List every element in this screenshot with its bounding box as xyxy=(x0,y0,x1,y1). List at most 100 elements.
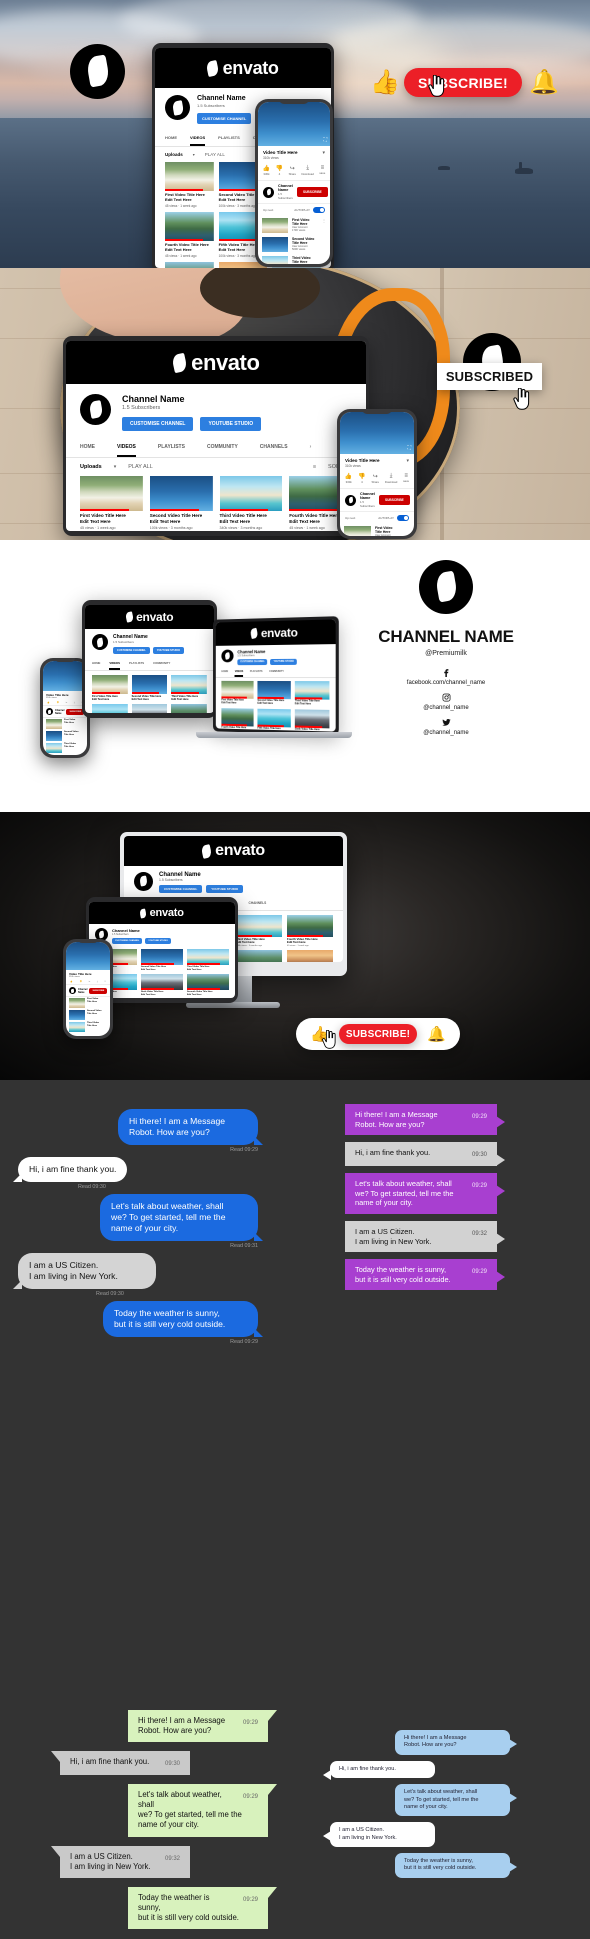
social-row-instagram[interactable] xyxy=(336,693,556,702)
chevron-down-icon[interactable]: ▾ xyxy=(406,458,409,464)
channel-avatar[interactable] xyxy=(80,394,111,425)
subscribe-button[interactable]: SUBSCRIBE xyxy=(296,187,328,197)
video-card[interactable]: Eight Video Title Here Edit Text Here100… xyxy=(287,949,333,962)
video-player[interactable]: ⛶ xyxy=(340,412,414,454)
tab-videos[interactable]: VIDEOS xyxy=(117,439,136,457)
customise-channel-button[interactable]: CUSTOMISE CHANNEL xyxy=(122,417,194,431)
save-action[interactable]: ≡ save xyxy=(319,165,325,176)
social-row-twitter[interactable] xyxy=(336,718,556,727)
tab-home[interactable]: HOME xyxy=(80,439,95,457)
video-card[interactable]: Third Video Title Here Edit Text Here340… xyxy=(219,476,283,530)
related-item[interactable]: Second Video Title Here xyxy=(69,1009,107,1021)
dislike-action[interactable]: 👎 4 xyxy=(358,473,365,484)
channel-avatar[interactable] xyxy=(46,708,53,715)
subscribe-button[interactable]: SUBSCRIBE xyxy=(89,987,108,994)
video-card[interactable]: Third Video Title Here Edit Text Here xyxy=(294,681,330,707)
share-icon[interactable]: ↪ xyxy=(66,702,68,704)
youtube-studio-button[interactable]: YOUTUBE STUDIO xyxy=(152,647,184,654)
uploads-dropdown[interactable]: Uploads xyxy=(165,152,183,157)
subscribe-badge[interactable]: SUBSCRIBE! xyxy=(338,1024,418,1044)
channel-avatar[interactable] xyxy=(345,494,356,506)
video-card[interactable]: Third Video Title Here Edit Text Here xyxy=(171,675,207,701)
customise-channel-button[interactable]: CUSTOMISE CHANNEL xyxy=(197,113,252,124)
download-action[interactable]: ⤓ Download xyxy=(301,165,313,176)
play-all-button[interactable]: PLAY ALL xyxy=(128,464,153,470)
channel-avatar[interactable] xyxy=(92,634,108,650)
dislike-action[interactable]: 👎 4 xyxy=(276,165,283,176)
thumbs-down-icon[interactable]: 👎 xyxy=(56,702,59,704)
customise-channel-button[interactable]: CUSTOMISE CHANNEL xyxy=(113,647,150,654)
video-card[interactable]: First Video Title Here Edit Text Here45 … xyxy=(80,476,143,530)
autoplay-toggle[interactable] xyxy=(397,515,409,521)
tab-home[interactable]: HOME xyxy=(165,131,177,146)
thumbs-down-icon[interactable]: 👎 xyxy=(79,981,82,983)
channel-avatar[interactable] xyxy=(263,186,274,198)
customise-channel-button[interactable]: CUSTOMISE CHANNEL xyxy=(159,885,203,893)
download-icon[interactable]: ⤓ xyxy=(97,981,98,983)
tab-videos[interactable]: VIDEOS xyxy=(109,658,120,670)
related-item[interactable]: Second Video Title Here xyxy=(46,730,84,742)
video-player[interactable] xyxy=(43,661,87,691)
customise-channel-button[interactable]: CUSTOMISE CHANNEL xyxy=(237,659,268,666)
video-card[interactable]: Fourth Video Title Here Edit Text Here 45… xyxy=(165,211,214,258)
video-card[interactable]: Sixth Video Title Here Edit Text Here xyxy=(294,709,330,732)
share-icon[interactable]: ↪ xyxy=(89,981,91,983)
video-card[interactable]: Third Video Title Here Edit Text Here xyxy=(187,949,229,971)
save-icon[interactable]: ≡ xyxy=(104,981,105,983)
channel-avatar[interactable] xyxy=(165,95,190,120)
video-card[interactable]: Second Video Title Here Edit Text Here xyxy=(141,949,183,971)
download-action[interactable]: ⤓ Download xyxy=(385,473,397,484)
video-card[interactable]: Seventh Video Title Here Edit Text Here xyxy=(171,704,207,713)
subscribed-badge[interactable]: SUBSCRIBED xyxy=(437,363,542,390)
video-card[interactable]: Seventh Video Title Here Edit Text Here4… xyxy=(236,949,282,962)
related-item[interactable]: First Video Title Here xyxy=(46,718,84,730)
tab-playlists[interactable]: PLAYLISTS xyxy=(250,668,262,677)
fullscreen-icon[interactable]: ⛶ xyxy=(323,137,327,143)
tab-home[interactable]: HOME xyxy=(92,658,100,670)
more-options-icon[interactable]: ⋮ xyxy=(322,218,326,233)
save-action[interactable]: ≡ save xyxy=(403,473,409,484)
bell-icon[interactable]: 🔔 xyxy=(529,68,559,97)
video-card[interactable]: Third Video Title Here Edit Text Here340… xyxy=(236,915,282,947)
fullscreen-icon[interactable]: ⛶ xyxy=(407,445,411,451)
video-card[interactable]: Second Video Title Here Edit Text Here xyxy=(131,675,168,701)
video-card[interactable]: Sixth Video Title Here Edit Text Here xyxy=(141,974,183,996)
tab-playlists[interactable]: PLAYLISTS xyxy=(158,439,185,457)
autoplay-toggle[interactable] xyxy=(313,207,325,213)
tab-playlists[interactable]: PLAYLISTS xyxy=(129,658,144,670)
related-item[interactable]: Third Video Title HereUser Account700K v… xyxy=(262,254,326,264)
tab-community[interactable]: COMMUNITY xyxy=(207,439,238,457)
tab-community[interactable]: COMMUNITY xyxy=(269,668,284,677)
bell-icon[interactable]: 🔔 xyxy=(427,1025,446,1043)
subscribe-button[interactable]: SUBSCRIBE xyxy=(378,495,410,505)
channel-avatar[interactable] xyxy=(134,872,153,891)
youtube-studio-button[interactable]: YOUTUBE STUDIO xyxy=(270,658,297,666)
video-card[interactable]: Fifth Video Title Here Edit Text Here xyxy=(257,708,291,732)
related-item[interactable]: First Video Title HereUser Account173K v… xyxy=(344,524,410,536)
related-item[interactable]: First Video Title HereUser Account173K v… xyxy=(262,216,326,235)
video-card[interactable]: Fourth Video Title Here Edit Text Here 45… xyxy=(287,915,333,947)
like-action[interactable]: 👍 330k xyxy=(263,165,270,176)
related-item[interactable]: Third Video Title Here xyxy=(69,1021,107,1033)
tab-channels[interactable]: CHANNELS xyxy=(260,439,288,457)
tab-playlists[interactable]: PLAYLISTS xyxy=(218,131,240,146)
video-card[interactable]: Fifth Video Title Here Edit Text Here xyxy=(92,704,128,713)
video-player[interactable]: ⛶ xyxy=(258,102,330,146)
related-item[interactable]: First Video Title Here xyxy=(69,997,107,1009)
tab-videos[interactable]: VIDEOS xyxy=(234,668,244,677)
play-all-button[interactable]: PLAY ALL xyxy=(205,152,225,157)
video-card[interactable]: First Video Title Here Edit Text Here45 … xyxy=(165,162,214,208)
video-card[interactable]: Sixth Video Title Here Edit Text Here xyxy=(131,704,168,713)
video-card[interactable]: Second Video Title Here Edit Text Here 10… xyxy=(149,476,213,530)
video-card[interactable]: Second Video Title Here Edit Text Here xyxy=(257,680,291,706)
video-card[interactable]: First Video Title Here Edit Text Here xyxy=(92,675,128,701)
tab-community[interactable]: COMMUNITY xyxy=(153,658,170,670)
channel-avatar[interactable] xyxy=(69,987,76,994)
tab-videos[interactable]: VIDEOS xyxy=(190,131,206,146)
subscribe-badge[interactable]: SUBSCRIBE! xyxy=(404,68,522,97)
like-action[interactable]: 👍 330k xyxy=(345,473,352,484)
video-card[interactable]: Seventh Video Title Here Edit Text Here xyxy=(187,974,229,996)
tabs-overflow-icon[interactable]: › xyxy=(310,439,312,457)
channel-avatar[interactable] xyxy=(221,649,234,663)
uploads-dropdown[interactable]: Uploads xyxy=(80,464,102,470)
